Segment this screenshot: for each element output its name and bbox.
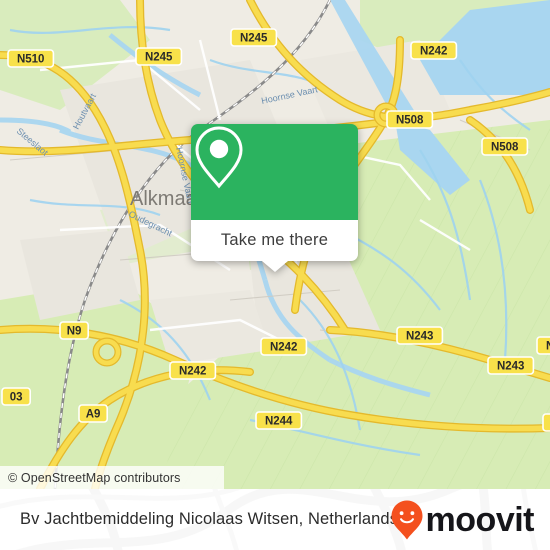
road-shield: A9 (78, 404, 109, 423)
road-shield: N510 (7, 49, 55, 68)
road-shield: N242 (536, 336, 550, 355)
road-shield: N245 (135, 47, 183, 66)
road-shield: 03 (1, 387, 32, 406)
road-shield-label: N510 (17, 53, 45, 65)
map-pin-icon (195, 126, 243, 189)
road-shield-label: N242 (546, 340, 550, 352)
road-shield-label: N243 (497, 360, 525, 372)
road-shield-label: N245 (145, 51, 173, 63)
road-shield: N9 (59, 321, 90, 340)
road-shield-label: N9 (67, 325, 82, 337)
take-me-there-label: Take me there (220, 231, 329, 249)
road-shield-label: N508 (396, 114, 424, 126)
map-screenshot: Houtvaart Steeslaot Oudegracht Hoornse V… (0, 0, 550, 550)
road-shield: N245 (230, 28, 278, 47)
moovit-pin-icon (391, 500, 423, 539)
road-shield: N508 (386, 110, 434, 129)
moovit-logo[interactable]: moovit (390, 499, 535, 541)
road-shield: N242 (410, 41, 458, 60)
road-shield: N244 (542, 413, 550, 432)
road-shield-label: 03 (10, 391, 23, 403)
road-shield-label: N242 (420, 45, 448, 57)
popup-pointer (261, 261, 288, 272)
road-shield: N508 (481, 137, 529, 156)
road-shield: N242 (260, 337, 308, 356)
moovit-wordmark: moovit (425, 500, 535, 539)
osm-attribution-text: © OpenStreetMap contributors (8, 470, 181, 485)
popup-footer[interactable]: Take me there (191, 220, 358, 272)
road-shield: N243 (487, 356, 535, 375)
road-shield-label: N243 (406, 330, 434, 342)
osm-attribution[interactable]: © OpenStreetMap contributors (0, 466, 224, 489)
road-shield-label: N245 (240, 32, 268, 44)
road-shield: N243 (396, 326, 444, 345)
road-shield: N244 (255, 411, 303, 430)
road-shield-label: N508 (491, 141, 519, 153)
road-shield: N242 (169, 361, 217, 380)
place-title: Bv Jachtbemiddeling Nicolaas Witsen, Net… (20, 510, 399, 528)
road-shield-label: A9 (86, 408, 101, 420)
road-shield-label: N244 (265, 415, 293, 427)
page-footer: Bv Jachtbemiddeling Nicolaas Witsen, Net… (0, 489, 550, 550)
road-shield-label: N242 (270, 341, 298, 353)
map-canvas[interactable]: Houtvaart Steeslaot Oudegracht Hoornse V… (0, 0, 550, 489)
location-popup-card[interactable]: Take me there (191, 124, 358, 272)
popup-header (191, 124, 358, 220)
road-shield-label: N242 (179, 365, 207, 377)
